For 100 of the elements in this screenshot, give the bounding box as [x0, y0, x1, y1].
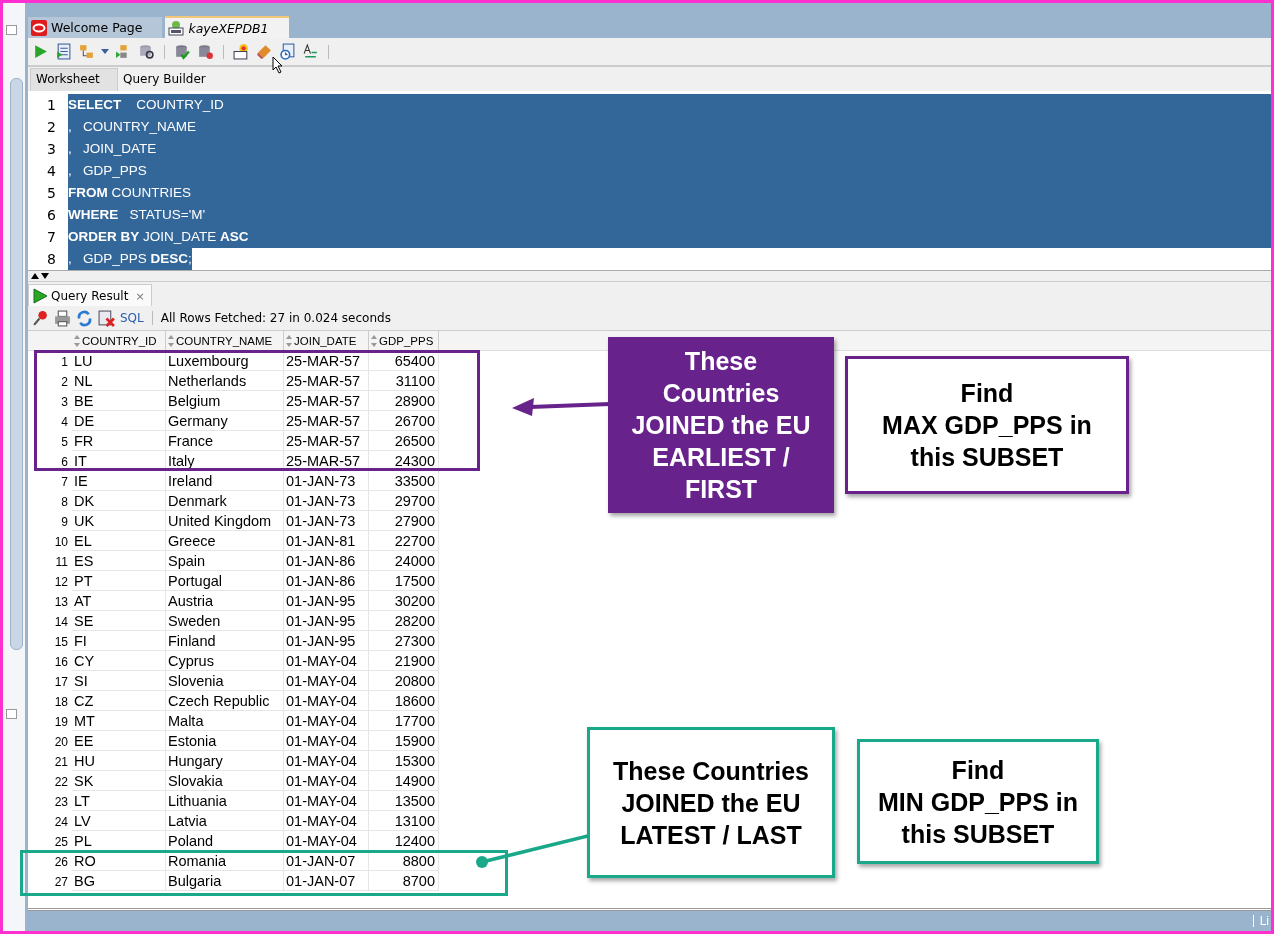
table-cell: 01-MAY-04	[284, 711, 369, 731]
callout-text: MIN GDP_PPS in	[877, 786, 1078, 818]
sql-link[interactable]: SQL	[120, 311, 144, 325]
row-number: 19	[53, 714, 69, 731]
line-number: 5	[46, 184, 57, 203]
editor-tab[interactable]: Query Builder	[118, 69, 211, 91]
table-cell: 27900	[369, 511, 439, 531]
table-cell: LV	[72, 811, 166, 831]
table-cell: Slovakia	[166, 771, 284, 791]
table-cell: EE	[72, 731, 166, 751]
database-search-icon[interactable]	[138, 43, 155, 60]
table-cell: NL	[72, 371, 166, 391]
row-number: 23	[53, 794, 69, 811]
table-cell: Ireland	[166, 471, 284, 491]
query-result-tab[interactable]: Query Result ×	[28, 284, 152, 306]
sort-icon[interactable]	[286, 334, 292, 347]
splitter-arrows-icon[interactable]	[30, 272, 50, 280]
table-cell: ES	[72, 551, 166, 571]
scrollbar[interactable]	[10, 78, 23, 650]
callout-text: this SUBSET	[910, 442, 1064, 473]
row-number: 17	[53, 674, 69, 691]
column-header[interactable]: GDP_PPS	[369, 331, 439, 350]
print-icon[interactable]	[54, 309, 71, 327]
sort-icon[interactable]	[74, 334, 80, 347]
row-number: 10	[53, 534, 69, 551]
table-cell: Netherlands	[166, 371, 284, 391]
column-header[interactable]: JOIN_DATE	[284, 331, 369, 350]
line-number: 6	[46, 206, 57, 225]
table-cell: Romania	[166, 851, 284, 871]
table-cell: Greece	[166, 531, 284, 551]
document-tab[interactable]: Welcome Page	[28, 17, 163, 38]
pin-icon[interactable]	[32, 309, 49, 327]
document-tab[interactable]: kayeXEPDB1	[165, 16, 289, 38]
editor-tab[interactable]: Worksheet	[30, 68, 118, 91]
table-cell: Sweden	[166, 611, 284, 631]
dropdown-caret-icon[interactable]	[101, 49, 109, 54]
table-cell: CY	[72, 651, 166, 671]
column-header[interactable]: COUNTRY_NAME	[166, 331, 284, 350]
minimize-icon[interactable]	[6, 709, 17, 719]
refresh-icon[interactable]	[76, 309, 93, 327]
run-script-icon[interactable]	[55, 43, 72, 60]
sort-icon[interactable]	[168, 334, 174, 347]
explain-plan-icon[interactable]	[78, 43, 95, 60]
close-icon[interactable]: ×	[135, 289, 145, 303]
sort-icon[interactable]	[371, 334, 377, 347]
row-number: 6	[60, 454, 69, 471]
table-cell: SK	[72, 771, 166, 791]
table-cell: 01-JAN-07	[284, 851, 369, 871]
table-cell: DE	[72, 411, 166, 431]
run-icon[interactable]	[32, 43, 49, 60]
table-cell: 01-MAY-04	[284, 811, 369, 831]
database-sql-icon	[168, 20, 185, 36]
table-cell: Cyprus	[166, 651, 284, 671]
table-cell: IT	[72, 451, 166, 471]
sql-star-icon[interactable]	[233, 43, 250, 60]
table-cell: United Kingdom	[166, 511, 284, 531]
table-cell: 18600	[369, 691, 439, 711]
table-cell: 01-JAN-95	[284, 591, 369, 611]
rollback-icon[interactable]	[197, 43, 214, 60]
table-cell: 01-JAN-73	[284, 511, 369, 531]
table-cell: LU	[72, 351, 166, 371]
table-cell: 21900	[369, 651, 439, 671]
row-number: 25	[53, 834, 69, 851]
column-header[interactable]: COUNTRY_ID	[72, 331, 166, 350]
callout-text: MAX GDP_PPS in	[882, 410, 1092, 441]
table-cell: 01-MAY-04	[284, 831, 369, 851]
table-cell: Germany	[166, 411, 284, 431]
mouse-cursor-icon	[272, 55, 284, 74]
callout-text: LATEST / LAST	[620, 819, 802, 851]
row-number: 18	[53, 694, 69, 711]
table-cell: Finland	[166, 631, 284, 651]
row-number: 1	[60, 354, 69, 371]
table-cell: 01-MAY-04	[284, 691, 369, 711]
row-number: 16	[53, 654, 69, 671]
callout-text: Countries	[662, 378, 780, 409]
table-cell: 01-MAY-04	[284, 751, 369, 771]
row-number: 21	[53, 754, 69, 771]
table-cell: 01-JAN-86	[284, 551, 369, 571]
table-cell: 17500	[369, 571, 439, 591]
eraser-icon[interactable]	[256, 43, 273, 60]
table-cell: 8800	[369, 851, 439, 871]
table-cell: 25-MAR-57	[284, 371, 369, 391]
table-cell: 01-JAN-95	[284, 611, 369, 631]
callout-text: this SUBSET	[901, 818, 1055, 850]
table-cell: 20800	[369, 671, 439, 691]
row-number: 22	[53, 774, 69, 791]
commit-icon[interactable]	[174, 43, 191, 60]
table-cell: Lithuania	[166, 791, 284, 811]
delete-icon[interactable]	[98, 309, 115, 327]
minimize-icon[interactable]	[6, 25, 17, 35]
table-cell: 28900	[369, 391, 439, 411]
table-cell: DK	[72, 491, 166, 511]
table-cell: HU	[72, 751, 166, 771]
history-icon[interactable]	[279, 43, 296, 60]
font-case-icon[interactable]	[302, 43, 319, 60]
row-number: 13	[53, 594, 69, 611]
table-cell: 15300	[369, 751, 439, 771]
table-cell: 15900	[369, 731, 439, 751]
table-cell: 27300	[369, 631, 439, 651]
table-cell: Poland	[166, 831, 284, 851]
